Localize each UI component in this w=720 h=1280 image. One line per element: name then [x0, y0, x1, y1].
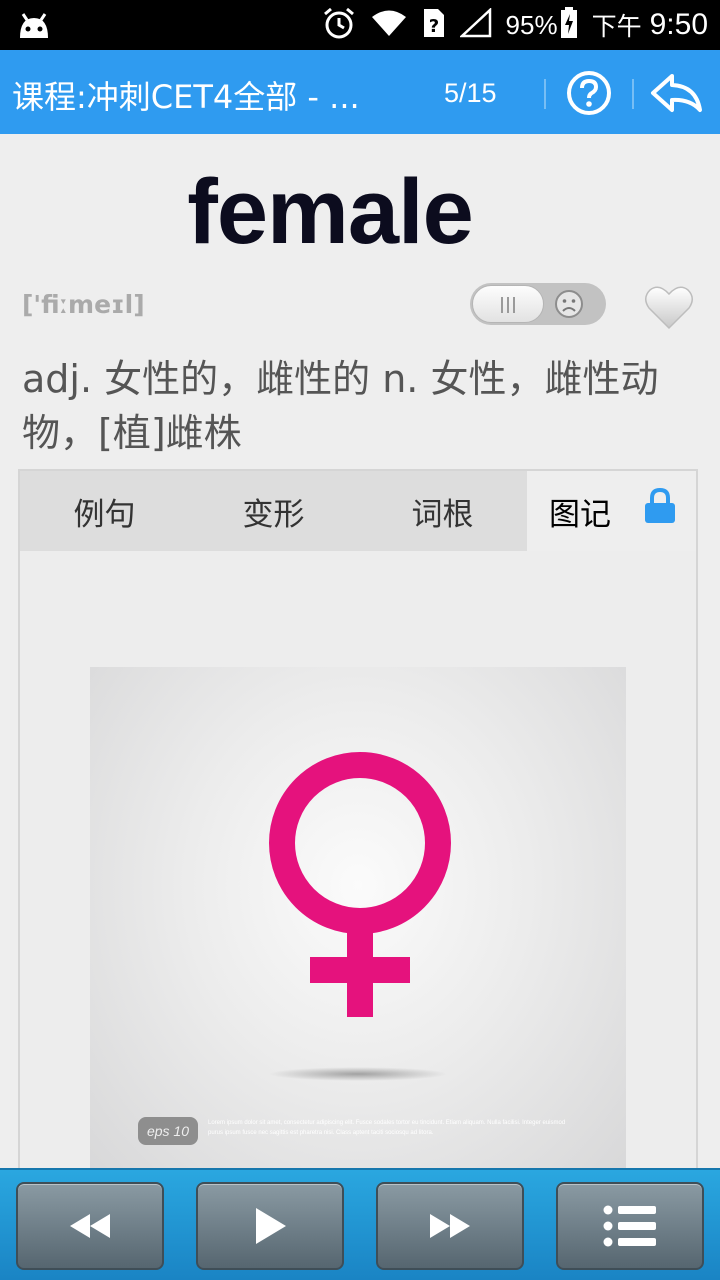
battery-charging-icon: [560, 6, 578, 44]
list-icon: [603, 1205, 656, 1247]
lock-icon: [645, 487, 675, 523]
tab-inflections[interactable]: 变形: [189, 471, 358, 551]
back-button[interactable]: [648, 70, 704, 116]
divider: [544, 79, 546, 109]
female-symbol-icon: [269, 752, 451, 1017]
app-bar: 课程:冲刺CET4全部 - ... 5/15: [0, 50, 720, 134]
word-progress: 5/15: [444, 78, 497, 108]
phonetic: ['fiːmeɪl]: [22, 290, 145, 319]
word-text: female: [187, 161, 474, 263]
reply-back-icon: [651, 74, 702, 112]
play-button[interactable]: [196, 1182, 344, 1270]
familiarity-toggle[interactable]: [470, 283, 606, 325]
signal-icon: [458, 6, 492, 43]
course-title: 课程:冲刺CET4全部 - ...: [12, 78, 360, 116]
sim-unknown-icon: ?: [422, 7, 446, 44]
svg-text:?: ?: [428, 16, 438, 37]
list-button[interactable]: [556, 1182, 704, 1270]
help-button[interactable]: [566, 70, 612, 116]
tab-picture-memory[interactable]: 图记: [527, 471, 696, 551]
tab-picture-memory-label: 图记: [549, 496, 611, 533]
battery-percent: 95%: [505, 9, 558, 40]
clock-time: 9:50: [649, 8, 708, 41]
rewind-button[interactable]: [16, 1182, 164, 1270]
symbol-shadow: [268, 1067, 448, 1081]
detail-panel: 例句 变形 词根 图记 eps 10 Lorem ipsum dolor sit…: [18, 469, 698, 1189]
tab-examples[interactable]: 例句: [20, 471, 189, 551]
fast-forward-icon: [430, 1214, 470, 1238]
tab-bar: 例句 变形 词根 图记: [20, 471, 696, 551]
clock-ampm: 下午: [591, 12, 642, 41]
mnemonic-image: eps 10 Lorem ipsum dolor sit amet, conse…: [90, 667, 626, 1187]
help-circle-icon: [567, 71, 611, 115]
heart-icon: [645, 286, 693, 330]
image-caption: Lorem ipsum dolor sit amet, consectetur …: [208, 1120, 566, 1136]
favorite-button[interactable]: [644, 284, 694, 330]
rewind-icon: [70, 1214, 110, 1238]
definition: adj. 女性的，雌性的 n. 女性，雌性动物，[植]雌株: [22, 357, 659, 455]
wifi-icon: [370, 8, 408, 43]
toggle-knob[interactable]: [472, 285, 544, 323]
eps-badge: eps 10: [138, 1117, 198, 1145]
status-bar: ? 95% 下午 9:50: [0, 0, 720, 50]
sad-face-icon: [555, 290, 583, 318]
tab-roots[interactable]: 词根: [358, 471, 527, 551]
playback-controls: [0, 1168, 720, 1280]
divider: [632, 79, 634, 109]
fast-forward-button[interactable]: [376, 1182, 524, 1270]
play-icon: [256, 1208, 286, 1244]
alarm-icon: [322, 6, 356, 45]
android-icon: [14, 10, 54, 44]
